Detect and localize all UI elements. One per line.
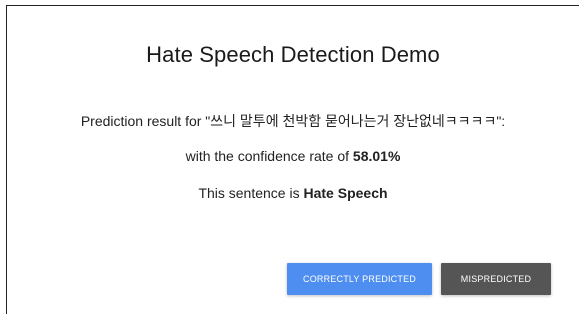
result-line: This sentence is Hate Speech bbox=[7, 185, 579, 201]
mispredicted-button[interactable]: MISPREDICTED bbox=[441, 263, 551, 295]
prediction-line: Prediction result for "쓰니 말투에 천박함 묻어나는거 … bbox=[7, 111, 579, 131]
correctly-predicted-button[interactable]: CORRECTLY PREDICTED bbox=[287, 263, 432, 295]
confidence-line: with the confidence rate of 58.01% bbox=[7, 148, 579, 164]
prediction-suffix: ": bbox=[496, 113, 506, 129]
confidence-prefix: with the confidence rate of bbox=[185, 148, 353, 164]
result-label: Hate Speech bbox=[303, 185, 388, 201]
confidence-value: 58.01% bbox=[352, 148, 401, 164]
result-prefix: This sentence is bbox=[198, 185, 304, 201]
prediction-prefix: Prediction result for " bbox=[80, 113, 211, 129]
input-sentence: 쓰니 말투에 천박함 묻어나는거 장난없네ㅋㅋㅋㅋ bbox=[210, 113, 497, 129]
page-title: Hate Speech Detection Demo bbox=[146, 42, 440, 67]
